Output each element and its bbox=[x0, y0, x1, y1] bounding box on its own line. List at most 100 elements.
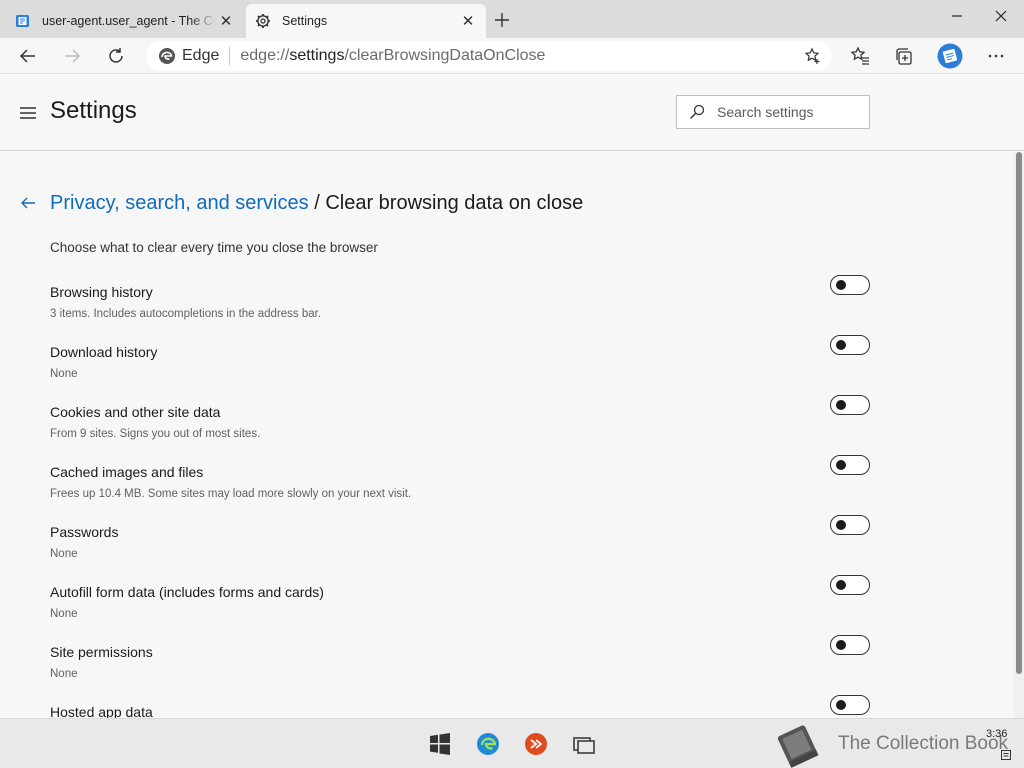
settings-content: Privacy, search, and services / Clear br… bbox=[0, 152, 1014, 718]
arrow-right-icon bbox=[65, 49, 81, 63]
option-label: Cached images and files bbox=[50, 464, 204, 480]
download-history-toggle[interactable] bbox=[830, 335, 870, 355]
minimize-button[interactable] bbox=[934, 0, 980, 32]
option-row: Download history None bbox=[50, 335, 872, 404]
toggle-knob bbox=[836, 280, 846, 290]
page-heading: Privacy, search, and services / Clear br… bbox=[50, 192, 583, 215]
book-logo-icon bbox=[777, 725, 819, 768]
collection-book-extension-button[interactable] bbox=[934, 40, 966, 72]
windows-start-icon[interactable] bbox=[428, 732, 452, 756]
option-description: Frees up 10.4 MB. Some sites may load mo… bbox=[50, 488, 412, 500]
site-permissions-toggle[interactable] bbox=[830, 635, 870, 655]
breadcrumb-link[interactable]: Privacy, search, and services bbox=[50, 192, 309, 214]
address-bar[interactable]: Edge edge://settings/clearBrowsingDataOn… bbox=[146, 41, 832, 71]
scrollbar-thumb[interactable] bbox=[1016, 152, 1022, 674]
section-title: Clear browsing data on close bbox=[325, 192, 584, 214]
edge-taskbar-icon[interactable] bbox=[476, 732, 500, 756]
address-divider bbox=[229, 47, 231, 65]
collections-button[interactable] bbox=[888, 40, 920, 72]
url-scheme: edge:// bbox=[240, 47, 290, 64]
hosted-app-data-toggle[interactable] bbox=[830, 695, 870, 715]
browsing-history-toggle[interactable] bbox=[830, 275, 870, 295]
page-title: Settings bbox=[50, 97, 137, 124]
option-label: Autofill form data (includes forms and c… bbox=[50, 584, 324, 600]
favorites-button[interactable] bbox=[844, 40, 876, 72]
tab-close-icon[interactable]: ✕ bbox=[458, 11, 478, 31]
browser-toolbar: Edge edge://settings/clearBrowsingDataOn… bbox=[0, 38, 1024, 74]
tab-strip: user-agent.user_agent - The Collection B… bbox=[0, 0, 1024, 38]
collection-book-icon bbox=[14, 12, 32, 30]
taskbar: The Collection Book 3:36 bbox=[0, 718, 1024, 768]
tab-collection-book[interactable]: user-agent.user_agent - The Collection B… bbox=[6, 4, 244, 38]
tab-settings[interactable]: Settings ✕ bbox=[246, 4, 486, 38]
option-row: Site permissions None bbox=[50, 635, 872, 704]
option-row: Cached images and files Frees up 10.4 MB… bbox=[50, 455, 872, 524]
url-host: settings bbox=[289, 47, 345, 64]
option-label: Site permissions bbox=[50, 644, 153, 660]
search-input[interactable] bbox=[717, 104, 867, 120]
star-add-icon[interactable] bbox=[804, 47, 822, 65]
option-description: None bbox=[50, 368, 78, 380]
search-settings-box[interactable] bbox=[676, 95, 870, 129]
section-description: Choose what to clear every time you clos… bbox=[50, 240, 378, 255]
toggle-knob bbox=[836, 340, 846, 350]
option-description: From 9 sites. Signs you out of most site… bbox=[50, 428, 261, 440]
watermark: The Collection Book bbox=[772, 719, 1008, 768]
option-label: Passwords bbox=[50, 524, 119, 540]
collection-book-icon bbox=[937, 43, 963, 69]
tab-close-icon[interactable]: ✕ bbox=[216, 11, 236, 31]
toggle-knob bbox=[836, 700, 846, 710]
favorites-icon bbox=[850, 46, 869, 65]
option-description: None bbox=[50, 548, 78, 560]
toggle-knob bbox=[836, 640, 846, 650]
toggle-knob bbox=[836, 460, 846, 470]
search-icon bbox=[690, 104, 705, 119]
option-description: 3 items. Includes autocompletions in the… bbox=[50, 308, 322, 320]
option-row: Passwords None bbox=[50, 515, 872, 584]
system-clock[interactable]: 3:36 bbox=[986, 728, 1007, 740]
edge-label: Edge bbox=[182, 47, 220, 64]
minimize-icon bbox=[952, 15, 962, 17]
tab-title: Settings bbox=[282, 14, 328, 28]
option-row: Hosted app data bbox=[50, 695, 872, 718]
cached-images-toggle[interactable] bbox=[830, 455, 870, 475]
cookies-toggle[interactable] bbox=[830, 395, 870, 415]
toggle-knob bbox=[836, 520, 846, 530]
url-path: /clearBrowsingDataOnClose bbox=[344, 47, 546, 64]
toggle-knob bbox=[836, 580, 846, 590]
tab-title: user-agent.user_agent - The Collection B… bbox=[42, 14, 216, 28]
option-row: Cookies and other site data From 9 sites… bbox=[50, 395, 872, 464]
task-view-icon[interactable] bbox=[572, 732, 596, 756]
collections-icon bbox=[896, 48, 912, 65]
passwords-toggle[interactable] bbox=[830, 515, 870, 535]
settings-header: Settings bbox=[0, 75, 1024, 151]
option-description: None bbox=[50, 668, 78, 680]
refresh-button[interactable] bbox=[100, 40, 132, 72]
gear-icon bbox=[254, 12, 272, 30]
option-description: None bbox=[50, 608, 78, 620]
close-icon bbox=[995, 10, 1007, 22]
edge-logo-icon bbox=[159, 48, 175, 64]
option-label: Cookies and other site data bbox=[50, 404, 221, 420]
notification-icon[interactable] bbox=[1000, 749, 1012, 761]
option-row: Browsing history 3 items. Includes autoc… bbox=[50, 275, 872, 344]
toggle-knob bbox=[836, 400, 846, 410]
arrow-left-icon bbox=[19, 49, 35, 63]
watermark-text: The Collection Book bbox=[838, 733, 1009, 754]
plus-icon bbox=[495, 13, 509, 27]
refresh-icon bbox=[109, 48, 123, 63]
breadcrumb-separator: / bbox=[314, 192, 320, 214]
back-arrow-icon[interactable] bbox=[20, 195, 36, 211]
option-row: Autofill form data (includes forms and c… bbox=[50, 575, 872, 644]
new-tab-button[interactable] bbox=[490, 8, 514, 32]
remote-desktop-icon[interactable] bbox=[524, 732, 548, 756]
forward-button[interactable] bbox=[56, 40, 88, 72]
autofill-toggle[interactable] bbox=[830, 575, 870, 595]
option-label: Download history bbox=[50, 344, 158, 360]
back-button[interactable] bbox=[12, 40, 44, 72]
hamburger-menu-icon[interactable] bbox=[18, 105, 38, 121]
more-icon bbox=[988, 54, 1004, 58]
close-window-button[interactable] bbox=[978, 0, 1024, 32]
more-menu-button[interactable] bbox=[980, 40, 1012, 72]
scrollbar[interactable] bbox=[1014, 152, 1024, 718]
